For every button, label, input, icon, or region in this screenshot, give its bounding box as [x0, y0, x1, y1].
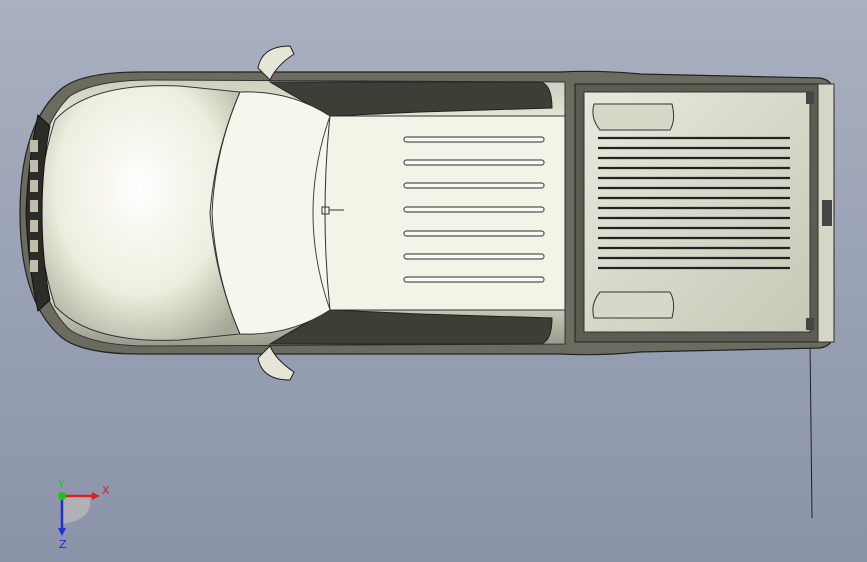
wheel-well-top [592, 103, 675, 131]
wheel-well-bottom [592, 291, 675, 319]
antenna-line [809, 339, 813, 519]
cad-viewport[interactable]: X Z Y [0, 0, 867, 562]
z-axis-label: Z [59, 538, 67, 550]
coordinate-triad: X Z Y [57, 480, 110, 550]
hood [39, 85, 241, 341]
windshield [211, 91, 331, 335]
x-axis-arrow [92, 492, 100, 500]
x-axis-label: X [102, 484, 110, 497]
z-axis-arrow [58, 528, 66, 536]
triad-shadow [62, 496, 91, 524]
y-axis-dot [58, 492, 66, 500]
y-axis-label: Y [57, 480, 65, 491]
truck-model[interactable] [0, 0, 867, 562]
